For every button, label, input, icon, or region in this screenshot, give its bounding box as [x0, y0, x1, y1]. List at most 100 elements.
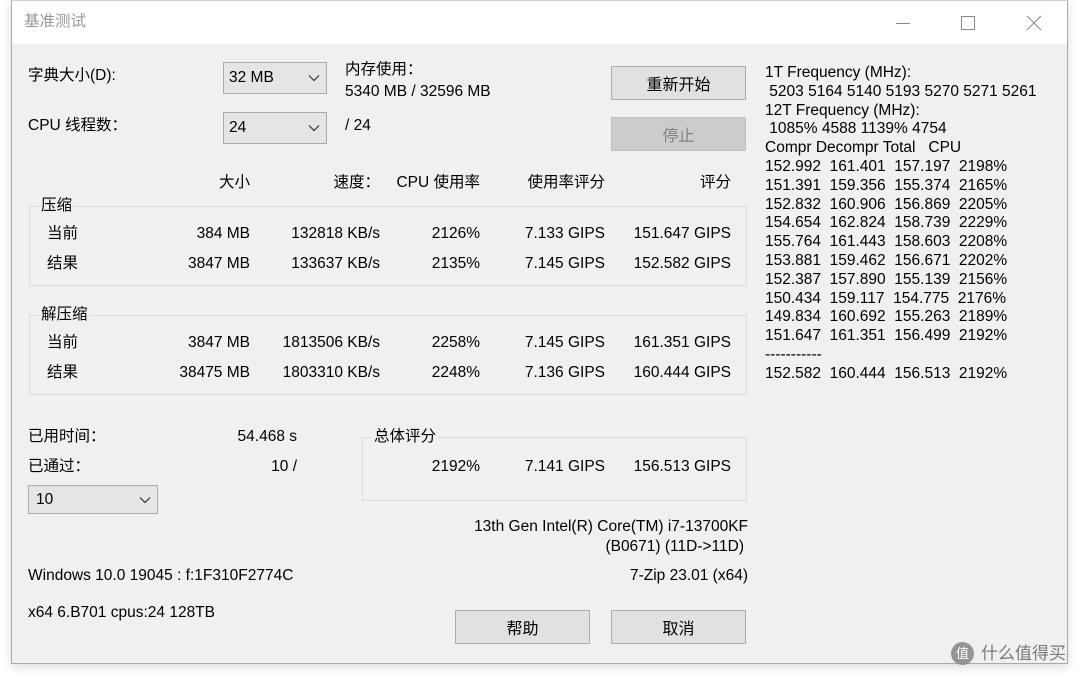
- rating-per-usage-value: 7.145 GIPS: [524, 255, 605, 272]
- memory-usage-label: 内存使用：: [345, 61, 423, 78]
- chevron-down-icon: [308, 75, 320, 82]
- log-line: 12T Frequency (MHz):: [765, 101, 920, 119]
- speed-value: 132818 KB/s: [291, 225, 380, 242]
- speed-value: 133637 KB/s: [291, 255, 380, 272]
- title-bar[interactable]: 基准测试: [12, 1, 1067, 44]
- dictionary-size-label: 字典大小(D):: [28, 67, 116, 84]
- log-line: 5203 5164 5140 5193 5270 5271 5261: [765, 82, 1037, 100]
- cpu-usage-value: 2126%: [431, 225, 480, 242]
- cpu-usage-value: 2258%: [431, 334, 480, 351]
- passes-dropdown[interactable]: 10: [28, 485, 158, 514]
- rating-per-usage-value: 7.136 GIPS: [524, 364, 605, 381]
- compression-result-row: 结果 3847 MB 133637 KB/s 2135% 7.145 GIPS …: [30, 254, 735, 274]
- cpu-id: (B0671) (11D->11D): [605, 538, 744, 555]
- column-header-size: 大小: [218, 174, 250, 191]
- size-value: 3847 MB: [187, 334, 250, 351]
- cpu-threads-value: 24: [229, 119, 247, 136]
- speed-value: 1803310 KB/s: [282, 364, 380, 381]
- cpu-threads-max: / 24: [345, 117, 371, 134]
- log-line: 1T Frequency (MHz):: [765, 64, 912, 81]
- row-label: 结果: [47, 255, 79, 272]
- close-icon: [1026, 15, 1042, 30]
- column-header-row: 大小 速度： CPU 使用率 使用率评分 评分: [30, 173, 735, 193]
- chevron-down-icon: [308, 125, 320, 132]
- decompression-group-label: 解压缩: [39, 305, 90, 325]
- rating-value: 156.513 GIPS: [633, 458, 731, 475]
- cpu-usage-value: 2135%: [431, 255, 480, 272]
- log-line: 152.992 161.401 157.197 2198%: [765, 157, 1008, 175]
- cpu-threads-label: CPU 线程数：: [28, 117, 128, 134]
- log-line: 150.434 159.117 154.775 2176%: [765, 289, 1007, 307]
- log-line: -----------: [765, 345, 822, 363]
- log-line: 149.834 160.692 155.263 2189%: [765, 308, 1008, 326]
- log-line: 155.764 161.443 158.603 2208%: [765, 233, 1008, 251]
- rating-per-usage-value: 7.133 GIPS: [524, 225, 605, 242]
- watermark-logo: 值: [951, 642, 974, 665]
- help-button[interactable]: 帮助: [455, 610, 590, 644]
- column-header-cpu-usage: CPU 使用率: [396, 174, 480, 191]
- passes-label: 已通过：: [28, 458, 91, 475]
- compression-current-row: 当前 384 MB 132818 KB/s 2126% 7.133 GIPS 1…: [30, 224, 735, 244]
- stop-button[interactable]: 停止: [611, 117, 746, 151]
- log-line: 154.654 162.824 158.739 2229%: [765, 214, 1008, 232]
- minimize-icon: [896, 22, 910, 24]
- speed-value: 1813506 KB/s: [282, 334, 380, 351]
- chevron-down-icon: [139, 496, 151, 503]
- compression-group-label: 压缩: [39, 196, 75, 216]
- benchmark-dialog: 基准测试 字典大小(D): 32 MB 内存使用： 5340 MB / 3259…: [11, 0, 1068, 664]
- column-header-speed: 速度：: [333, 174, 380, 191]
- log-line: 152.832 160.906 156.869 2205%: [765, 195, 1008, 213]
- log-line: 152.582 160.444 156.513 2192%: [765, 364, 1008, 382]
- size-value: 3847 MB: [187, 255, 250, 272]
- decompression-group: 解压缩 当前 3847 MB 1813506 KB/s 2258% 7.145 …: [29, 305, 747, 395]
- window-title: 基准测试: [24, 13, 87, 30]
- maximize-icon: [961, 15, 975, 30]
- log-line: 152.387 157.890 155.139 2156%: [765, 270, 1008, 288]
- dictionary-size-dropdown[interactable]: 32 MB: [223, 62, 327, 94]
- memory-usage-value: 5340 MB / 32596 MB: [345, 83, 491, 100]
- row-label: 当前: [47, 334, 79, 351]
- total-rating-label: 总体评分: [372, 427, 439, 447]
- os-info: Windows 10.0 19045 : f:1F310F2774C: [28, 567, 294, 584]
- benchmark-log: 1T Frequency (MHz): 5203 5164 5140 5193 …: [765, 64, 1060, 384]
- arch-info: x64 6.B701 cpus:24 128TB: [28, 604, 215, 621]
- total-rating-group: 总体评分 2192% 7.141 GIPS 156.513 GIPS: [362, 427, 747, 501]
- size-value: 384 MB: [196, 225, 250, 242]
- cpu-name: 13th Gen Intel(R) Core(TM) i7-13700KF: [474, 518, 748, 535]
- rating-value: 161.351 GIPS: [633, 334, 731, 351]
- size-value: 38475 MB: [179, 364, 250, 381]
- dictionary-size-value: 32 MB: [229, 69, 274, 86]
- row-label: 当前: [47, 225, 79, 242]
- watermark-text: 什么值得买: [981, 644, 1066, 663]
- column-header-rating: 评分: [699, 174, 731, 191]
- elapsed-time-value: 54.468 s: [237, 428, 297, 445]
- total-rating-row: 2192% 7.141 GIPS 156.513 GIPS: [363, 457, 743, 477]
- row-label: 结果: [47, 364, 79, 381]
- passes-selected-value: 10: [36, 490, 54, 508]
- rating-value: 160.444 GIPS: [633, 364, 731, 381]
- passes-value: 10 /: [271, 458, 297, 475]
- cpu-usage-value: 2248%: [431, 364, 480, 381]
- log-line: 1085% 4588 1139% 4754: [765, 120, 947, 138]
- decompression-result-row: 结果 38475 MB 1803310 KB/s 2248% 7.136 GIP…: [30, 363, 735, 383]
- close-button[interactable]: [1001, 1, 1067, 44]
- compression-group: 压缩 当前 384 MB 132818 KB/s 2126% 7.133 GIP…: [29, 196, 747, 286]
- log-line: Compr Decompr Total CPU: [765, 139, 962, 157]
- rating-value: 152.582 GIPS: [633, 255, 731, 272]
- log-line: 153.881 159.462 156.671 2202%: [765, 251, 1008, 269]
- maximize-button[interactable]: [935, 1, 1001, 44]
- rating-per-usage-value: 7.141 GIPS: [524, 458, 605, 475]
- restart-button[interactable]: 重新开始: [611, 66, 746, 100]
- rating-value: 151.647 GIPS: [633, 225, 731, 242]
- elapsed-time-label: 已用时间：: [28, 428, 106, 445]
- cpu-threads-dropdown[interactable]: 24: [223, 112, 327, 144]
- rating-per-usage-value: 7.145 GIPS: [524, 334, 605, 351]
- log-line: 151.391 159.356 155.374 2165%: [765, 176, 1008, 194]
- log-line: 151.647 161.351 156.499 2192%: [765, 327, 1008, 345]
- cpu-usage-value: 2192%: [431, 458, 480, 475]
- minimize-button[interactable]: [870, 1, 936, 44]
- app-version: 7-Zip 23.01 (x64): [629, 567, 748, 584]
- column-header-rating-per-usage: 使用率评分: [527, 174, 605, 191]
- cancel-button[interactable]: 取消: [611, 610, 746, 644]
- decompression-current-row: 当前 3847 MB 1813506 KB/s 2258% 7.145 GIPS…: [30, 333, 735, 353]
